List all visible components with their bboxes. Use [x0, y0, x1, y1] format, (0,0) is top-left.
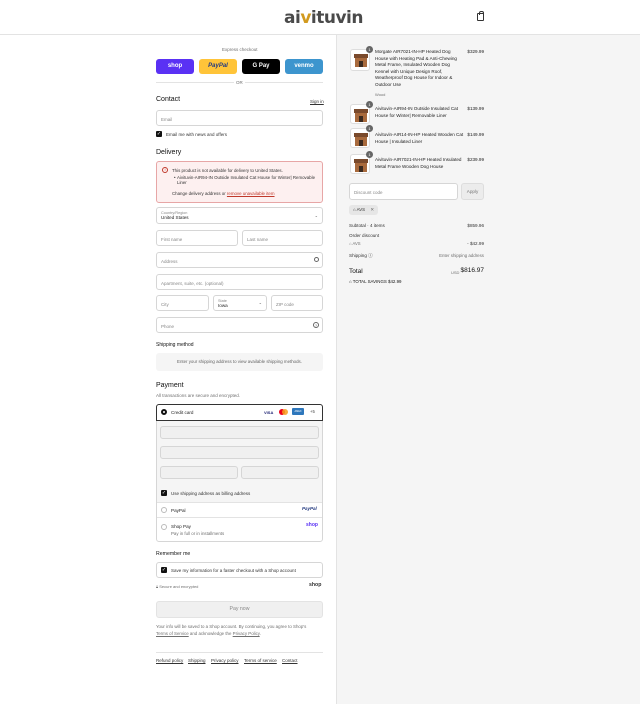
or-label: OR: [234, 80, 245, 85]
footer-privacy-link[interactable]: Privacy policy: [211, 658, 239, 663]
first-name-field[interactable]: First name: [156, 230, 238, 246]
order-discount-label: Order discount: [349, 233, 380, 238]
total-savings: ⌂ TOTAL SAVINGS $42.99: [349, 279, 402, 284]
error-icon: !: [162, 167, 168, 173]
total-label: Total: [349, 268, 363, 275]
subtotal-label: Subtotal · 4 items: [349, 223, 385, 228]
footer-refund-link[interactable]: Refund policy: [156, 658, 183, 663]
footer-terms-link[interactable]: Terms of service: [244, 658, 277, 663]
paypal-button[interactable]: PayPal: [199, 59, 237, 74]
google-pay-button[interactable]: G Pay: [242, 59, 280, 74]
mastercard-icon: [279, 409, 288, 415]
paypal-logo-icon: PayPal: [302, 506, 317, 511]
payment-subtitle: All transactions are secure and encrypte…: [156, 393, 241, 398]
error-action: Change delivery address or remove unavai…: [172, 191, 275, 196]
paypal-radio[interactable]: [161, 507, 167, 513]
phone-field[interactable]: Phone: [156, 317, 323, 333]
close-icon[interactable]: ✕: [370, 207, 374, 212]
credit-card-radio[interactable]: [161, 409, 167, 415]
shopping-bag-icon[interactable]: [477, 11, 484, 21]
secure-label: 🔒︎ Secure and encrypted: [156, 584, 199, 589]
cart-item-name: Aivituvin-AIR7021-IN-HP Heated Insulated…: [375, 157, 462, 169]
remember-checkbox[interactable]: ✓: [161, 567, 167, 573]
contact-heading: Contact: [156, 96, 181, 103]
news-checkbox[interactable]: ✓: [156, 131, 162, 137]
footer-shipping-link[interactable]: Shipping: [188, 658, 206, 663]
footer-contact-link[interactable]: Contact: [282, 658, 298, 663]
remember-heading: Remember me: [156, 551, 191, 557]
express-checkout-label: Express checkout: [222, 47, 258, 52]
shoppay-radio[interactable]: [161, 524, 167, 530]
discount-amount: - $42.99: [467, 241, 484, 246]
last-name-field[interactable]: Last name: [242, 230, 323, 246]
card-field-2[interactable]: [160, 446, 319, 459]
quantity-badge: 1: [366, 151, 373, 158]
search-icon: [314, 257, 319, 262]
shipping-value: Enter shipping address: [439, 253, 484, 258]
card-number-field[interactable]: [160, 426, 319, 439]
discount-tag: ⌂ AVS ✕: [349, 205, 379, 215]
shipping-method-heading: Shipping method: [156, 342, 194, 348]
paypal-label: PayPal: [171, 508, 186, 513]
cart-item-price: $149.99: [467, 132, 484, 137]
quantity-badge: 1: [366, 46, 373, 53]
shipping-method-note: Enter your shipping address to view avai…: [156, 353, 323, 371]
payment-heading: Payment: [156, 382, 184, 389]
apartment-field[interactable]: Apartment, suite, etc. (optional): [156, 274, 323, 290]
tag-icon: ⌂: [353, 207, 356, 212]
tag-icon: ⌂: [349, 279, 352, 284]
remember-label: Save my information for a faster checkou…: [171, 568, 296, 573]
header: aivituvin: [0, 0, 640, 35]
cart-item-price: $239.99: [467, 157, 484, 162]
chevron-down-icon: ⌄: [314, 213, 318, 218]
credit-card-label: Credit card: [171, 410, 194, 415]
error-title: This product is not available for delive…: [172, 168, 283, 173]
visa-icon: VISA: [264, 410, 274, 415]
brand-logo[interactable]: aivituvin: [284, 8, 363, 28]
sign-in-link[interactable]: Sign in: [310, 99, 324, 104]
zip-field[interactable]: ZIP code: [271, 295, 323, 311]
billing-checkbox[interactable]: ✓: [161, 490, 167, 496]
amex-icon: AMEX: [292, 408, 304, 415]
city-field[interactable]: City: [156, 295, 209, 311]
state-select[interactable]: State Iowa ⌄: [213, 295, 267, 311]
cart-item-name: Aivituvin-AIR14-IN-HP Heated Wooden Cat …: [375, 132, 464, 144]
subtotal-value: $859.96: [467, 223, 484, 228]
venmo-button[interactable]: venmo: [285, 59, 323, 74]
cart-item-variant: Wood: [375, 92, 386, 97]
help-icon: ⓘ: [368, 253, 373, 258]
shop-pay-button[interactable]: shop: [156, 59, 194, 74]
address-field[interactable]: Address: [156, 252, 323, 268]
terms-link[interactable]: Terms of Service: [156, 631, 189, 636]
country-select[interactable]: Country/Region United States ⌄: [156, 207, 323, 224]
shoppay-label: Shop Pay: [171, 524, 191, 529]
total-value: $816.97: [460, 267, 485, 274]
discount-code-line: ⌂ AVS: [349, 241, 361, 246]
help-icon[interactable]: ?: [313, 322, 319, 328]
cart-item-price: $139.99: [467, 106, 484, 111]
shipping-label: Shipping ⓘ: [349, 253, 373, 258]
shop-footer-logo: shop: [309, 582, 322, 588]
email-field[interactable]: Email: [156, 110, 323, 126]
apply-button[interactable]: Apply: [461, 183, 484, 200]
privacy-link[interactable]: Privacy Policy: [233, 631, 260, 636]
remove-unavailable-link[interactable]: remove unavailable item: [227, 191, 275, 196]
more-cards-label: +5: [310, 409, 315, 414]
cart-item-price: $329.99: [467, 49, 484, 54]
delivery-heading: Delivery: [156, 149, 182, 156]
pay-now-button[interactable]: Pay now: [156, 601, 323, 618]
legal-text: Your info will be saved to a Shop accoun…: [156, 624, 307, 636]
shoppay-sublabel: Pay in full or in installments: [171, 531, 225, 536]
cart-item-name: Aivituvin-AIR94-IN Outside Insulated Cat…: [375, 106, 458, 118]
shop-logo-icon: shop: [306, 522, 318, 528]
discount-code-field[interactable]: Discount code: [349, 183, 458, 200]
chevron-down-icon: ⌄: [258, 300, 262, 305]
news-label: Email me with news and offers: [166, 132, 227, 137]
quantity-badge: 1: [366, 125, 373, 132]
error-item: Aivituvin-AIR94-IN Outside Insulated Cat…: [177, 175, 316, 185]
billing-label: Use shipping address as billing address: [171, 491, 251, 496]
cart-item-name: Morgate AIR7021-IN-HP Heated Dog House w…: [375, 49, 457, 87]
quantity-badge: 1: [366, 101, 373, 108]
lock-icon: 🔒︎: [156, 584, 159, 589]
